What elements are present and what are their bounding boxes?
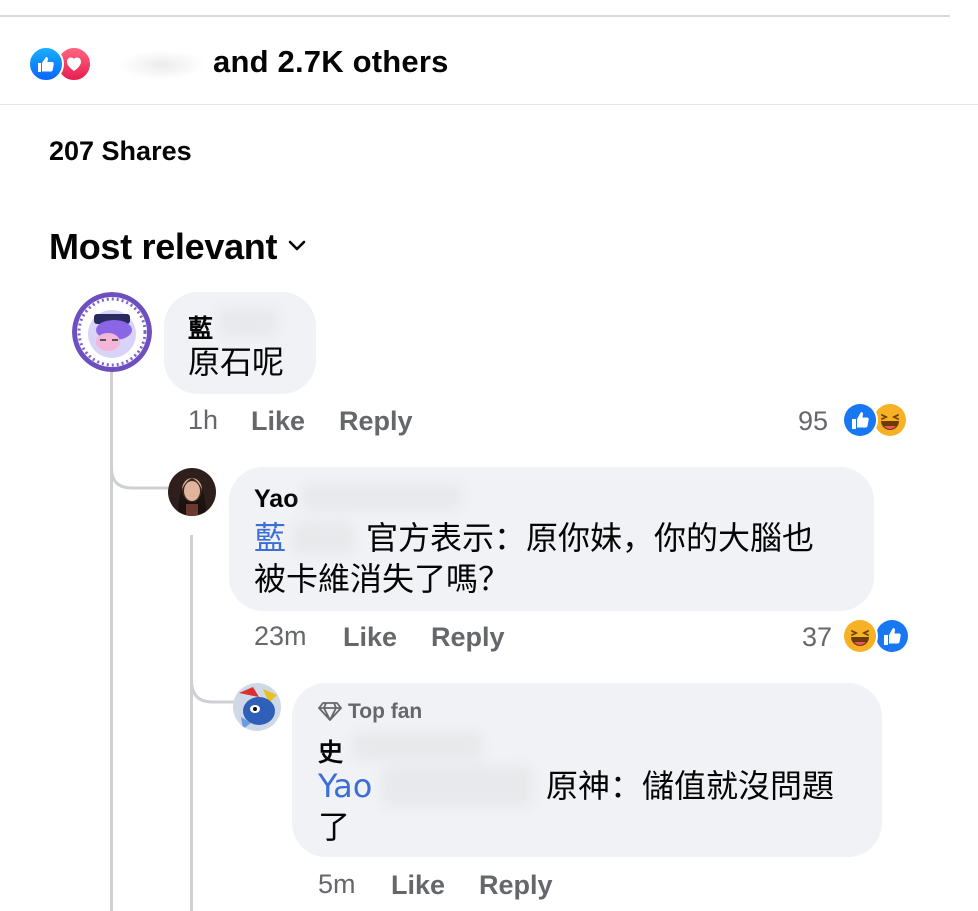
chevron-down-icon xyxy=(287,220,307,262)
diamond-icon xyxy=(318,701,342,727)
comment-text-line: 官方表示：原你妹，你的大腦也 xyxy=(366,519,815,557)
shares-count[interactable]: 207 Shares xyxy=(49,136,192,167)
like-button[interactable]: Like xyxy=(391,870,445,901)
top-fan-badge: Top fan xyxy=(318,700,422,727)
reaction-count[interactable]: 95 xyxy=(798,406,828,437)
top-fan-label: Top fan xyxy=(348,700,423,723)
redacted-name xyxy=(292,522,354,554)
mention-link[interactable]: 藍 xyxy=(254,519,286,557)
like-button[interactable]: Like xyxy=(251,406,305,437)
comment-time[interactable]: 1h xyxy=(188,405,218,436)
sort-dropdown[interactable]: Most relevant xyxy=(49,220,307,268)
top-divider xyxy=(0,15,950,17)
reaction-count[interactable]: 37 xyxy=(802,622,832,653)
comment-meta: 1h Like Reply xyxy=(188,405,448,441)
comment-text-line: 了 xyxy=(318,808,351,846)
like-icon xyxy=(842,402,878,438)
redacted-name xyxy=(352,732,482,760)
comment-author[interactable]: Yao xyxy=(254,485,298,514)
avatar[interactable] xyxy=(168,468,216,516)
comment-meta: 5m Like Reply xyxy=(318,869,578,905)
avatar[interactable] xyxy=(233,683,281,731)
mention-link[interactable]: Yao xyxy=(318,767,372,805)
comment-text-line: 被卡維消失了嗎？ xyxy=(254,560,511,598)
reply-button[interactable]: Reply xyxy=(431,622,505,653)
divider xyxy=(0,104,978,105)
like-button[interactable]: Like xyxy=(343,622,397,653)
reaction-icons xyxy=(28,46,98,82)
avatar[interactable] xyxy=(72,292,152,372)
redacted-name xyxy=(218,308,278,336)
sort-label: Most relevant xyxy=(49,226,278,267)
thread-connector xyxy=(110,440,168,490)
comment-author[interactable]: 史 xyxy=(318,733,343,769)
reactions-summary[interactable]: and 2.7K others xyxy=(0,30,978,104)
comment-time[interactable]: 5m xyxy=(318,869,356,900)
redacted-names xyxy=(118,50,206,80)
thread-line xyxy=(190,535,193,911)
comment-author[interactable]: 藍 xyxy=(188,309,213,345)
comment-text-line: 原神：儲值就沒問題 xyxy=(546,767,835,805)
like-icon xyxy=(28,46,64,82)
like-icon xyxy=(874,618,910,654)
comment-time[interactable]: 23m xyxy=(254,621,307,652)
comment-meta: 23m Like Reply xyxy=(254,621,534,657)
redacted-name xyxy=(302,484,462,510)
reply-button[interactable]: Reply xyxy=(479,870,553,901)
comment-text: Yao xyxy=(318,765,372,807)
haha-icon xyxy=(842,618,878,654)
reactions-summary-text[interactable]: and 2.7K others xyxy=(213,44,449,80)
redacted-name xyxy=(382,766,532,806)
comment-text: 原石呢 xyxy=(188,343,285,381)
reply-button[interactable]: Reply xyxy=(339,406,413,437)
thread-connector xyxy=(190,650,234,704)
